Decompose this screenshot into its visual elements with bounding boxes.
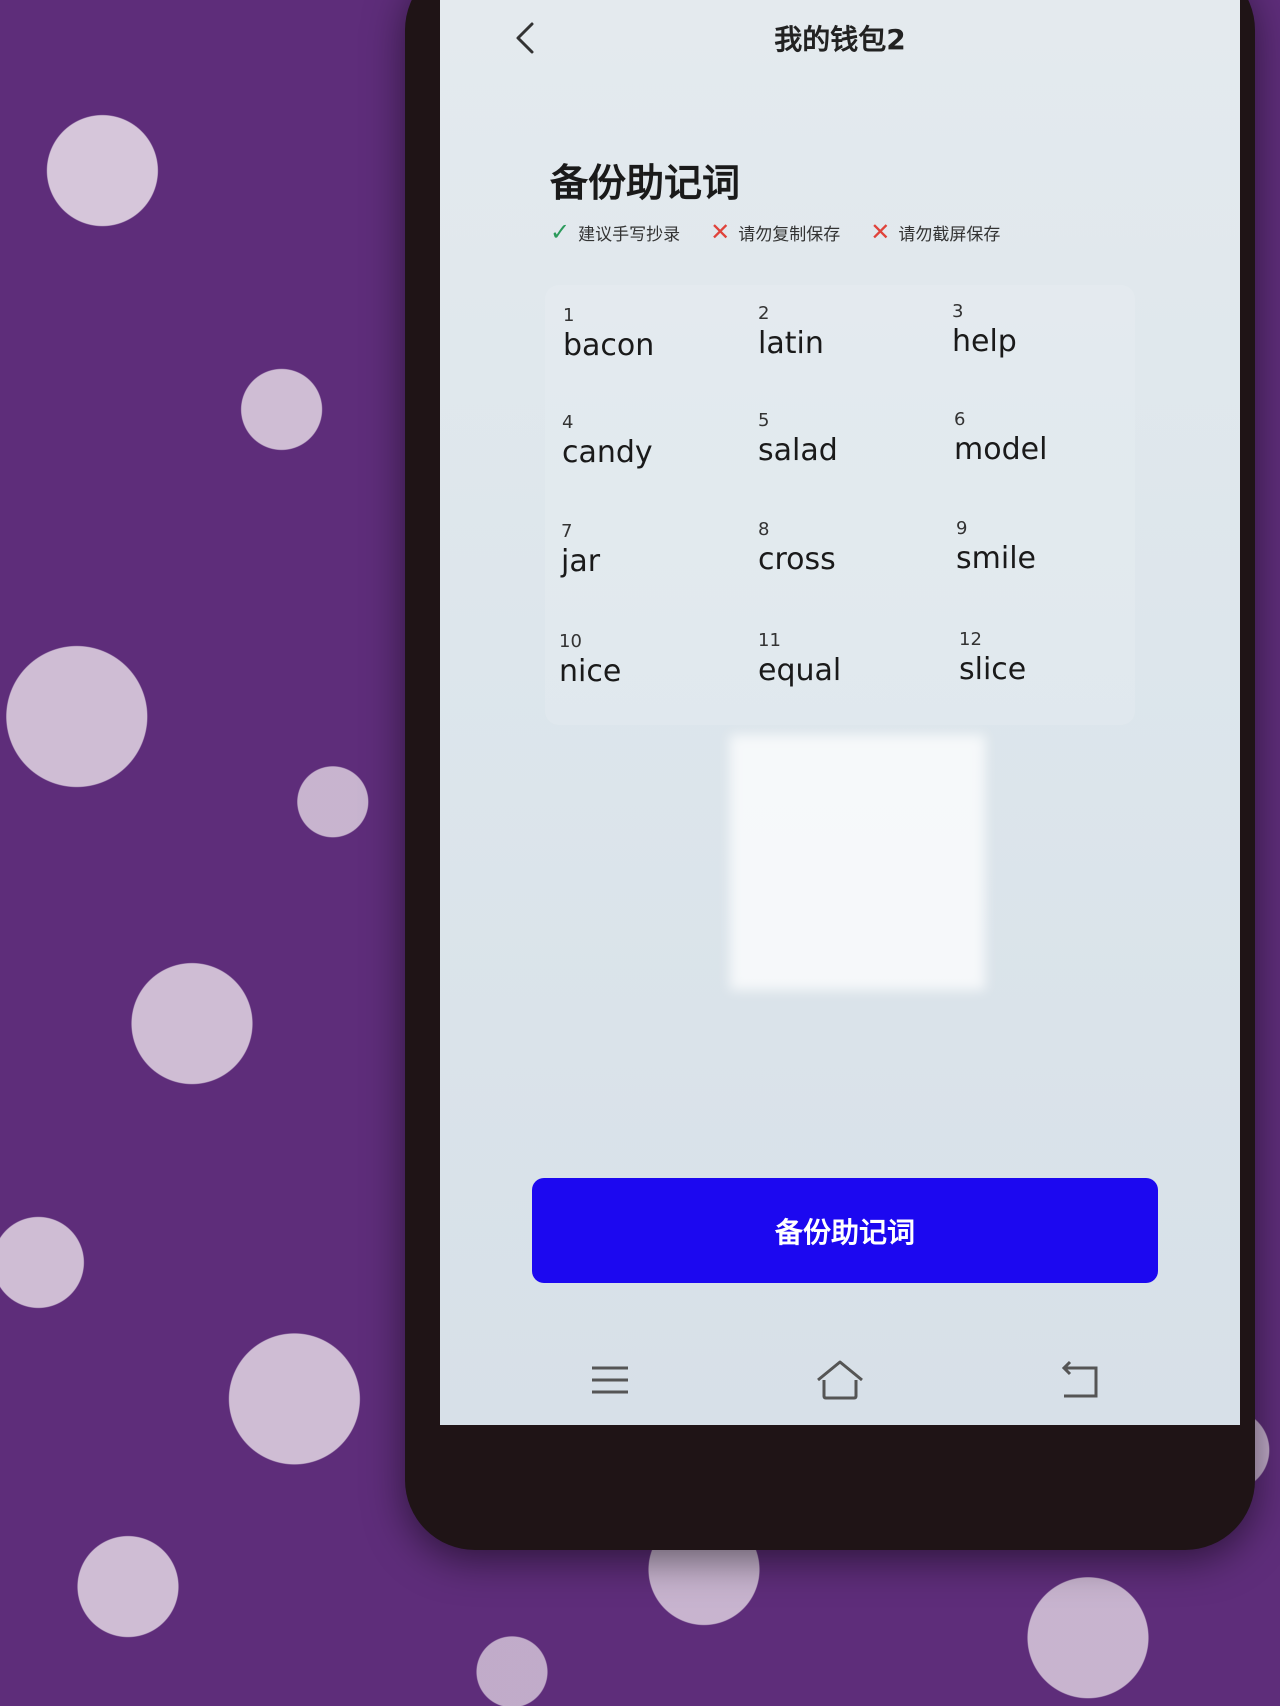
- check-icon: ✓: [550, 218, 571, 246]
- mnemonic-word: 6 model: [954, 409, 1134, 467]
- hint-item: ✕ 请勿截屏保存: [870, 218, 1000, 246]
- word-index: 4: [562, 412, 574, 433]
- mnemonic-word: 11 equal: [758, 630, 938, 688]
- word-text: jar: [561, 544, 601, 579]
- mnemonic-word: 1 bacon: [563, 305, 743, 363]
- hint-item: ✕ 请勿复制保存: [710, 218, 840, 246]
- hint-item: ✓ 建议手写抄录: [550, 218, 680, 246]
- mnemonic-grid: 1 bacon 2 latin 3 help 4 candy 5 salad 6…: [545, 285, 1135, 725]
- word-text: smile: [956, 541, 1036, 576]
- mnemonic-word: 5 salad: [758, 410, 938, 468]
- hint-text: 建议手写抄录: [578, 224, 681, 245]
- mnemonic-word: 4 candy: [562, 412, 742, 470]
- cross-icon: ✕: [710, 218, 731, 246]
- word-index: 11: [758, 630, 781, 651]
- app-screen: 我的钱包2 备份助记词 ✓ 建议手写抄录 ✕ 请勿复制保存 ✕ 请勿截屏保存 1…: [440, 0, 1240, 1425]
- word-index: 12: [959, 629, 982, 650]
- word-text: candy: [562, 435, 653, 470]
- menu-icon[interactable]: [580, 1350, 640, 1410]
- back-nav-icon[interactable]: [1050, 1350, 1110, 1410]
- word-index: 9: [956, 518, 968, 539]
- mnemonic-word: 9 smile: [956, 518, 1136, 576]
- screen-glare: [730, 735, 985, 990]
- mnemonic-word: 3 help: [952, 301, 1132, 359]
- word-index: 3: [952, 301, 964, 322]
- word-index: 1: [563, 305, 575, 326]
- word-text: bacon: [563, 328, 655, 363]
- backup-mnemonic-button[interactable]: 备份助记词: [532, 1178, 1158, 1283]
- word-text: slice: [959, 652, 1027, 687]
- mnemonic-word: 10 nice: [559, 631, 739, 689]
- hint-text: 请勿截屏保存: [898, 224, 1001, 245]
- word-text: equal: [758, 653, 842, 688]
- mnemonic-word: 12 slice: [959, 629, 1139, 687]
- mnemonic-word: 8 cross: [758, 519, 938, 577]
- word-text: help: [952, 324, 1017, 359]
- word-index: 2: [758, 303, 770, 324]
- hint-row: ✓ 建议手写抄录 ✕ 请勿复制保存 ✕ 请勿截屏保存: [550, 218, 1000, 246]
- word-text: model: [954, 432, 1048, 467]
- mnemonic-word: 2 latin: [758, 303, 938, 361]
- word-text: nice: [559, 654, 622, 689]
- cross-icon: ✕: [870, 218, 891, 246]
- word-index: 5: [758, 410, 770, 431]
- system-navbar: [440, 1350, 1240, 1410]
- page-title: 我的钱包2: [774, 23, 906, 56]
- hint-text: 请勿复制保存: [738, 224, 841, 245]
- word-text: salad: [758, 433, 838, 468]
- word-index: 6: [954, 409, 966, 430]
- mnemonic-word: 7 jar: [561, 521, 741, 579]
- word-index: 10: [559, 631, 582, 652]
- word-text: latin: [758, 326, 824, 361]
- home-icon[interactable]: [810, 1350, 870, 1410]
- word-index: 7: [561, 521, 573, 542]
- top-bar: 我的钱包2: [440, 0, 1240, 80]
- word-index: 8: [758, 519, 770, 540]
- word-text: cross: [758, 542, 836, 577]
- section-title: 备份助记词: [550, 161, 741, 205]
